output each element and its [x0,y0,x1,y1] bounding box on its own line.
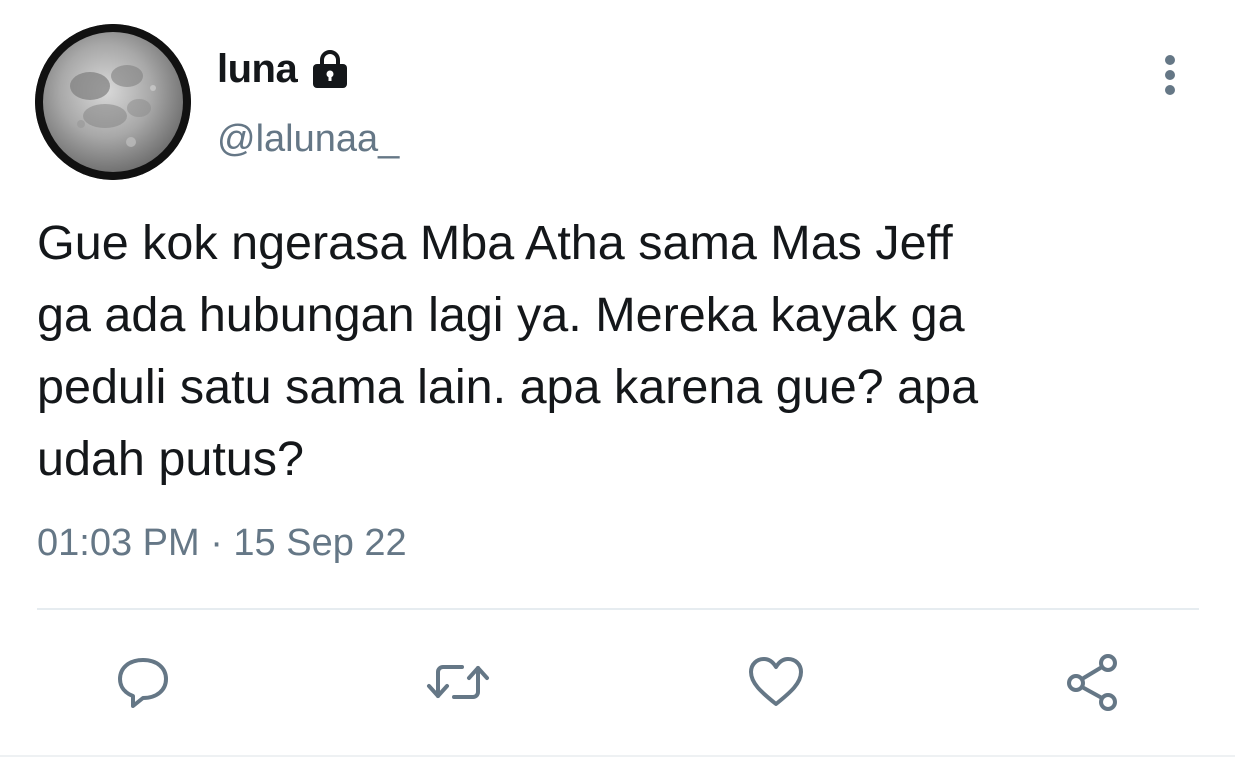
like-button[interactable] [742,648,810,716]
reply-icon [118,658,168,708]
tweet-text: Gue kok ngerasa Mba Atha sama Mas Jeff g… [37,216,979,486]
timestamp[interactable]: 01:03 PM · 15 Sep 22 [37,522,407,565]
share-icon [1067,654,1117,711]
lock-icon [307,46,353,92]
moon-avatar-image [35,24,191,180]
heart-icon [749,657,803,706]
reply-button[interactable] [109,648,177,716]
retweet-icon [427,665,489,699]
author-row: luna [217,44,353,94]
more-vertical-icon[interactable] [1150,50,1190,98]
share-button[interactable] [1058,648,1126,716]
handle[interactable]: @lalunaa_ [217,118,399,161]
avatar[interactable] [35,24,191,180]
retweet-button[interactable] [424,648,492,716]
divider [37,608,1199,610]
display-name[interactable]: luna [217,47,298,92]
tweet-card: luna @lalunaa_ Gue kok ngerasa Mba Atha … [0,0,1235,774]
bottom-divider [0,755,1235,757]
